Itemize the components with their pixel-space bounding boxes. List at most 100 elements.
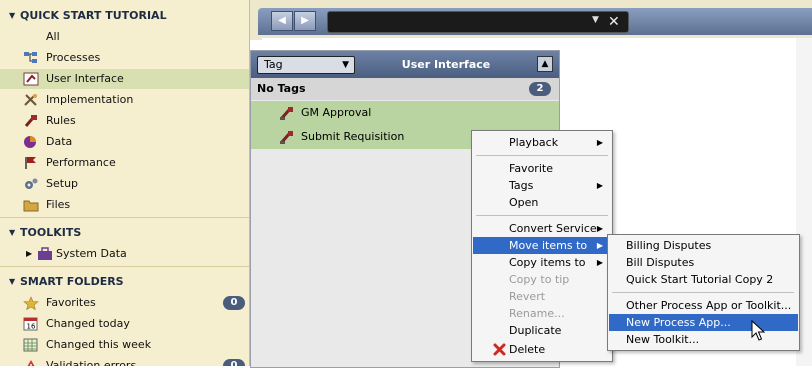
dropdown-arrow-icon[interactable]: ▼ xyxy=(592,15,599,25)
submenu-item-billing-disputes[interactable]: Billing Disputes xyxy=(609,237,798,254)
tag-panel-header: Tag ▼ User Interface ▲ xyxy=(251,51,559,78)
collapse-panel-icon[interactable]: ▲ xyxy=(537,56,553,72)
menu-item-revert: Revert xyxy=(473,288,611,305)
submenu-arrow-icon: ▶ xyxy=(596,224,603,233)
tree-item-label: Rules xyxy=(46,114,76,127)
menu-item-label: Playback xyxy=(509,136,559,149)
menu-item-open[interactable]: Open xyxy=(473,194,611,211)
user-interface-icon xyxy=(279,129,295,145)
menu-item-label: Copy to tip xyxy=(509,273,570,286)
tree-item-label: User Interface xyxy=(46,72,124,85)
tree-item-user-interface[interactable]: User Interface xyxy=(0,69,249,89)
menu-item-label: Revert xyxy=(509,290,546,303)
section-divider xyxy=(0,266,249,267)
menu-item-copy-to-tip: Copy to tip xyxy=(473,271,611,288)
context-menu: Playback ▶ Favorite Tags ▶ Open Convert … xyxy=(471,130,613,362)
submenu-item-quick-start-copy-2[interactable]: Quick Start Tutorial Copy 2 xyxy=(609,271,798,288)
tag-selector-value: Tag xyxy=(264,58,283,71)
user-interface-icon xyxy=(279,105,295,121)
tree-item-files[interactable]: Files xyxy=(0,195,249,215)
menu-item-label: Tags xyxy=(509,179,534,192)
section-toolkits[interactable]: ▼ TOOLKITS xyxy=(0,224,249,242)
tree-item-data[interactable]: Data xyxy=(0,132,249,152)
menu-item-delete[interactable]: Delete xyxy=(473,341,611,358)
calendar-week-icon xyxy=(23,338,39,352)
history-field[interactable]: ▼ ✕ xyxy=(327,11,629,33)
tree-item-performance[interactable]: Performance xyxy=(0,153,249,173)
tree-item-label: Performance xyxy=(46,156,116,169)
submenu-item-new-process-app[interactable]: New Process App... xyxy=(609,314,798,331)
list-item-label: GM Approval xyxy=(301,106,372,119)
list-item[interactable]: ☆ GM Approval xyxy=(251,101,559,125)
menu-item-label: Open xyxy=(509,196,539,209)
menu-item-label: New Toolkit... xyxy=(626,333,700,346)
forward-arrow-icon[interactable]: ▶ xyxy=(294,11,316,31)
tree-item-label: Changed today xyxy=(46,317,130,330)
menu-item-duplicate[interactable]: Duplicate xyxy=(473,322,611,339)
expand-triangle-icon[interactable]: ▶ xyxy=(26,244,32,264)
tree-item-processes[interactable]: Processes xyxy=(0,48,249,68)
menu-item-label: Move items to xyxy=(509,239,588,252)
section-title: TOOLKITS xyxy=(20,226,82,239)
submenu-arrow-icon: ▶ xyxy=(596,181,603,190)
tree-item-changed-today[interactable]: 16 Changed today xyxy=(0,314,249,334)
menu-item-label: Favorite xyxy=(509,162,553,175)
user-interface-icon xyxy=(23,72,39,86)
tag-selector[interactable]: Tag ▼ xyxy=(257,56,355,74)
library-tree: ▼ QUICK START TUTORIAL All Processes Use… xyxy=(0,0,250,366)
menu-item-label: Bill Disputes xyxy=(626,256,695,269)
collapse-triangle-icon[interactable]: ▼ xyxy=(9,273,15,291)
favorite-star-icon[interactable]: ☆ xyxy=(259,131,271,143)
collapse-triangle-icon[interactable]: ▼ xyxy=(9,224,15,242)
menu-item-move-items-to[interactable]: Move items to ▶ xyxy=(473,237,611,254)
menu-item-copy-items-to[interactable]: Copy items to ▶ xyxy=(473,254,611,271)
panel-title: User Interface xyxy=(401,58,491,71)
menu-item-label: Billing Disputes xyxy=(626,239,712,252)
section-quick-start-tutorial[interactable]: ▼ QUICK START TUTORIAL xyxy=(0,7,249,25)
section-title: SMART FOLDERS xyxy=(20,275,124,288)
tree-item-rules[interactable]: Rules xyxy=(0,111,249,131)
menu-item-label: Quick Start Tutorial Copy 2 xyxy=(626,273,774,286)
menu-item-favorite[interactable]: Favorite xyxy=(473,160,611,177)
submenu-item-new-toolkit[interactable]: New Toolkit... xyxy=(609,331,798,348)
menu-item-label: Convert Service xyxy=(509,222,597,235)
tree-item-label: Files xyxy=(46,198,71,211)
section-divider xyxy=(0,217,249,218)
menu-separator xyxy=(612,292,794,293)
submenu-arrow-icon: ▶ xyxy=(596,258,603,267)
menu-separator xyxy=(476,215,608,216)
delete-x-icon xyxy=(493,343,506,356)
tree-item-favorites[interactable]: Favorites 0 xyxy=(0,293,249,313)
tag-group-header[interactable]: No Tags 2 xyxy=(251,78,559,100)
menu-item-label: Copy items to xyxy=(509,256,586,269)
move-items-submenu: Billing Disputes Bill Disputes Quick Sta… xyxy=(607,234,800,351)
count-badge: 0 xyxy=(223,359,245,366)
section-title: QUICK START TUTORIAL xyxy=(20,9,167,22)
menu-item-label: Delete xyxy=(509,343,546,356)
collapse-triangle-icon[interactable]: ▼ xyxy=(9,7,15,25)
dropdown-arrow-icon: ▼ xyxy=(342,60,349,70)
menu-item-playback[interactable]: Playback ▶ xyxy=(473,134,611,151)
tree-item-validation-errors[interactable]: Validation errors 0 xyxy=(0,356,249,366)
tree-item-all[interactable]: All xyxy=(0,27,249,47)
tree-item-system-data[interactable]: ▶ System Data xyxy=(0,244,249,264)
submenu-item-bill-disputes[interactable]: Bill Disputes xyxy=(609,254,798,271)
tree-item-label: Implementation xyxy=(46,93,134,106)
tree-item-changed-this-week[interactable]: Changed this week xyxy=(0,335,249,355)
menu-item-convert-service[interactable]: Convert Service ▶ xyxy=(473,220,611,237)
menu-item-tags[interactable]: Tags ▶ xyxy=(473,177,611,194)
menu-item-label: Duplicate xyxy=(509,324,562,337)
rules-icon xyxy=(23,114,39,128)
menu-item-label: New Process App... xyxy=(626,316,731,329)
favorite-star-icon[interactable]: ☆ xyxy=(259,107,271,119)
data-pie-icon xyxy=(23,135,39,149)
section-smart-folders[interactable]: ▼ SMART FOLDERS xyxy=(0,273,249,291)
flag-icon xyxy=(23,156,39,170)
tree-item-label: Validation errors xyxy=(46,359,137,366)
tree-item-setup[interactable]: Setup xyxy=(0,174,249,194)
submenu-item-other-process-app[interactable]: Other Process App or Toolkit... xyxy=(609,297,798,314)
close-icon[interactable]: ✕ xyxy=(608,12,620,32)
back-arrow-icon[interactable]: ◀ xyxy=(271,11,293,31)
menu-separator xyxy=(476,155,608,156)
tree-item-implementation[interactable]: Implementation xyxy=(0,90,249,110)
